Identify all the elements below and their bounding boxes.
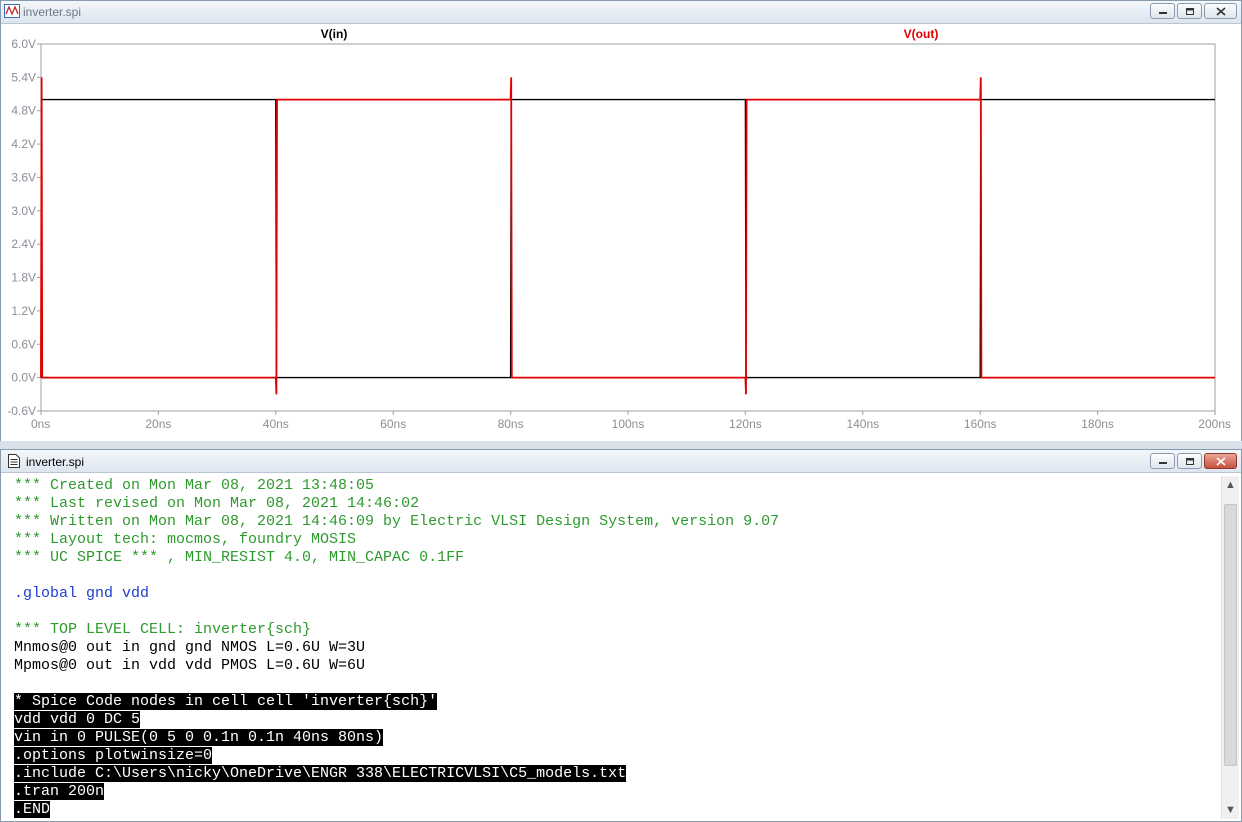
netlist-editor-window: inverter.spi *** Created on Mon Mar 08, … xyxy=(0,449,1242,822)
scroll-up-icon[interactable]: ▲ xyxy=(1222,476,1239,494)
editor-vertical-scrollbar[interactable]: ▲ ▼ xyxy=(1221,476,1239,819)
editor-close-button[interactable] xyxy=(1204,453,1237,469)
editor-line[interactable]: .tran 200n xyxy=(14,783,1221,801)
close-icon xyxy=(1205,4,1236,18)
trace-label-vin: V(in) xyxy=(321,27,348,41)
waveform-titlebar[interactable]: inverter.spi xyxy=(1,1,1241,24)
editor-minimize-button[interactable] xyxy=(1150,453,1175,469)
y-tick-label: 1.2V xyxy=(11,304,36,318)
waveform-app-icon xyxy=(4,4,20,18)
editor-line-text: *** Written on Mon Mar 08, 2021 14:46:09… xyxy=(14,513,780,530)
editor-line-text: *** Layout tech: mocmos, foundry MOSIS xyxy=(14,531,357,548)
scrollbar-thumb[interactable] xyxy=(1224,504,1237,766)
netlist-text-area[interactable]: *** Created on Mon Mar 08, 2021 13:48:05… xyxy=(14,477,1221,821)
y-tick-label: 5.4V xyxy=(11,70,36,84)
x-tick-label: 180ns xyxy=(1081,417,1114,431)
waveform-window: inverter.spi 6.0V 5.4V 4.8V 4.2V 3.6V 3.0V 2.4… xyxy=(0,0,1242,441)
editor-line-text: .global gnd vdd xyxy=(14,585,150,602)
editor-line[interactable]: *** Layout tech: mocmos, foundry MOSIS xyxy=(14,531,1221,549)
editor-line[interactable]: *** UC SPICE *** , MIN_RESIST 4.0, MIN_C… xyxy=(14,549,1221,567)
restore-button[interactable] xyxy=(1177,3,1202,19)
editor-line-text: *** Created on Mon Mar 08, 2021 13:48:05 xyxy=(14,477,375,494)
document-icon xyxy=(8,454,20,468)
x-tick-label: 40ns xyxy=(263,417,289,431)
editor-line-text: *** Last revised on Mon Mar 08, 2021 14:… xyxy=(14,495,420,512)
editor-line[interactable] xyxy=(14,603,1221,621)
minimize-button[interactable] xyxy=(1150,3,1175,19)
editor-line[interactable]: .options plotwinsize=0 xyxy=(14,747,1221,765)
y-tick-label: 0.6V xyxy=(11,337,36,351)
y-tick-label: 2.4V xyxy=(11,237,36,251)
trace-label-vout: V(out) xyxy=(904,27,939,41)
editor-line[interactable]: Mpmos@0 out in vdd vdd PMOS L=0.6U W=6U xyxy=(14,657,1221,675)
editor-line[interactable]: *** Last revised on Mon Mar 08, 2021 14:… xyxy=(14,495,1221,513)
y-tick-label: 3.6V xyxy=(11,170,36,184)
y-tick-label: 0.0V xyxy=(11,371,36,385)
restore-icon xyxy=(1178,454,1201,468)
editor-titlebar[interactable]: inverter.spi xyxy=(1,450,1241,473)
x-tick-label: 120ns xyxy=(729,417,762,431)
editor-line[interactable]: *** TOP LEVEL CELL: inverter{sch} xyxy=(14,621,1221,639)
y-tick-label: 3.0V xyxy=(11,204,36,218)
editor-line-text: .tran 200n xyxy=(14,783,105,800)
x-tick-label: 80ns xyxy=(498,417,524,431)
editor-line[interactable]: .global gnd vdd xyxy=(14,585,1221,603)
editor-line[interactable]: * Spice Code nodes in cell cell 'inverte… xyxy=(14,693,1221,711)
scroll-down-icon[interactable]: ▼ xyxy=(1222,801,1239,819)
editor-line-text: *** TOP LEVEL CELL: inverter{sch} xyxy=(14,621,312,638)
restore-icon xyxy=(1178,4,1201,18)
editor-line[interactable] xyxy=(14,675,1221,693)
minimize-icon xyxy=(1151,454,1174,468)
x-tick-label: 0ns xyxy=(31,417,50,431)
editor-line[interactable]: *** Written on Mon Mar 08, 2021 14:46:09… xyxy=(14,513,1221,531)
editor-line[interactable]: *** Created on Mon Mar 08, 2021 13:48:05 xyxy=(14,477,1221,495)
x-tick-label: 20ns xyxy=(145,417,171,431)
editor-line-text: .options plotwinsize=0 xyxy=(14,747,213,764)
editor-window-title: inverter.spi xyxy=(26,455,85,469)
editor-line-text: vdd vdd 0 DC 5 xyxy=(14,711,141,728)
editor-line-text: *** UC SPICE *** , MIN_RESIST 4.0, MIN_C… xyxy=(14,549,465,566)
x-tick-label: 140ns xyxy=(846,417,879,431)
minimize-icon xyxy=(1151,4,1174,18)
waveform-plot[interactable]: 6.0V 5.4V 4.8V 4.2V 3.6V 3.0V 2.4V 1.8V 1.2V 0.6V… xyxy=(1,23,1241,442)
y-tick-label: 4.8V xyxy=(11,104,36,118)
y-tick-label: 4.2V xyxy=(11,137,36,151)
x-tick-label: 200ns xyxy=(1198,417,1231,431)
editor-line-text: .END xyxy=(14,801,51,818)
editor-line[interactable]: vdd vdd 0 DC 5 xyxy=(14,711,1221,729)
editor-line-text: .include C:\Users\nicky\OneDrive\ENGR 33… xyxy=(14,765,627,782)
editor-line[interactable]: .END xyxy=(14,801,1221,819)
y-tick-label: -0.6V xyxy=(7,404,36,418)
editor-line[interactable]: Mnmos@0 out in gnd gnd NMOS L=0.6U W=3U xyxy=(14,639,1221,657)
x-tick-label: 60ns xyxy=(380,417,406,431)
editor-line[interactable] xyxy=(14,567,1221,585)
editor-line[interactable]: vin in 0 PULSE(0 5 0 0.1n 0.1n 40ns 80ns… xyxy=(14,729,1221,747)
editor-line-text: vin in 0 PULSE(0 5 0 0.1n 0.1n 40ns 80ns… xyxy=(14,729,384,746)
close-icon xyxy=(1205,454,1236,468)
y-tick-label: 6.0V xyxy=(11,37,36,51)
waveform-window-title: inverter.spi xyxy=(23,5,82,19)
y-tick-label: 1.8V xyxy=(11,271,36,285)
editor-line-text: Mpmos@0 out in vdd vdd PMOS L=0.6U W=6U xyxy=(14,657,366,674)
editor-line-text: Mnmos@0 out in gnd gnd NMOS L=0.6U W=3U xyxy=(14,639,366,656)
x-tick-label: 100ns xyxy=(612,417,645,431)
editor-line-text: * Spice Code nodes in cell cell 'inverte… xyxy=(14,693,438,710)
close-button[interactable] xyxy=(1204,3,1237,19)
editor-line[interactable]: .include C:\Users\nicky\OneDrive\ENGR 33… xyxy=(14,765,1221,783)
x-tick-label: 160ns xyxy=(964,417,997,431)
editor-restore-button[interactable] xyxy=(1177,453,1202,469)
